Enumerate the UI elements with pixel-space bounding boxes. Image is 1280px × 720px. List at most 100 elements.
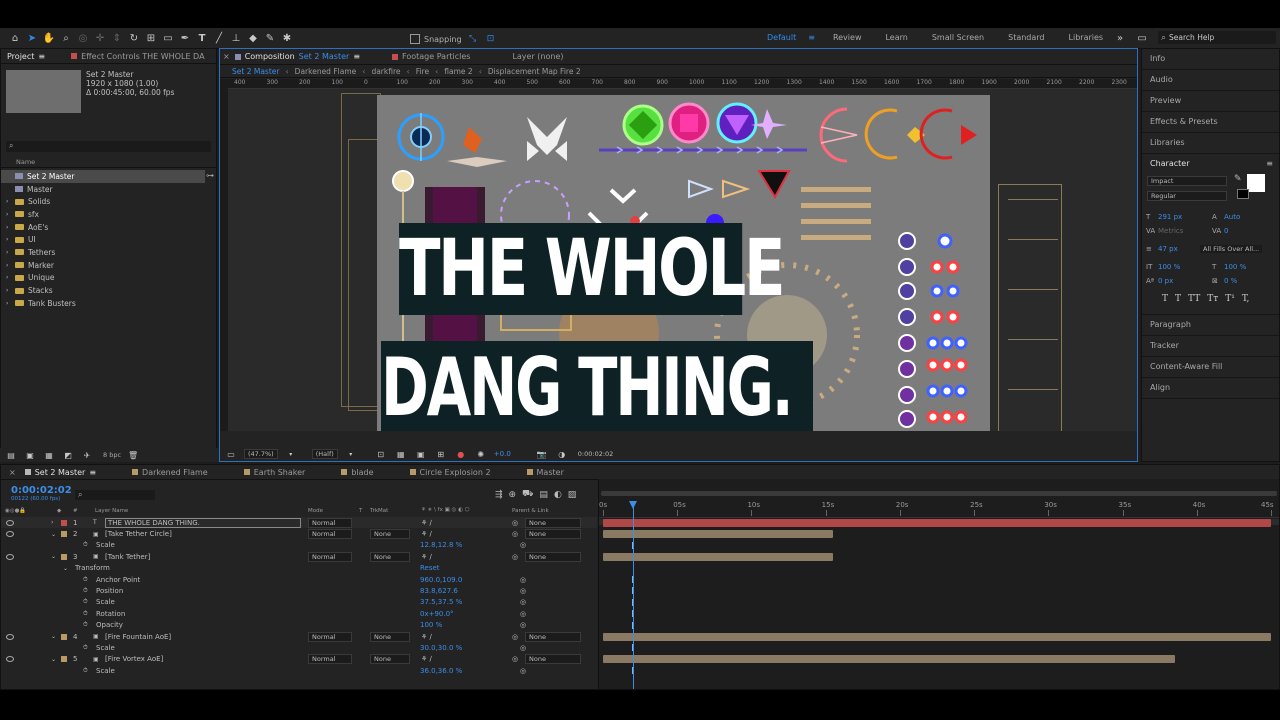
project-item[interactable]: › Stacks <box>1 284 205 297</box>
twirl-arrow-icon[interactable]: ⌄ <box>51 656 56 663</box>
parent-dropdown[interactable]: None <box>525 654 581 665</box>
transparency-grid-icon[interactable]: ▦ <box>394 447 408 461</box>
expand-arrow-icon[interactable]: › <box>6 224 11 231</box>
snap-features-icon[interactable]: ⊡ <box>484 32 498 46</box>
layer-name-header[interactable]: Layer Name <box>95 508 128 514</box>
timeline-tab[interactable]: Darkened Flame <box>126 468 214 477</box>
project-item[interactable]: › Tethers <box>1 246 205 259</box>
tab-effect-controls[interactable]: Effect Controls THE WHOLE DA <box>65 52 210 61</box>
breadcrumb-item[interactable]: Darkened Flame <box>295 67 357 76</box>
panel-tracker[interactable]: Tracker <box>1142 336 1279 357</box>
project-item[interactable]: › Marker <box>1 259 205 272</box>
leading-value[interactable]: Auto <box>1224 210 1240 224</box>
faux-style-button[interactable]: T <box>1175 294 1181 304</box>
timeline-tab[interactable]: blade <box>335 468 379 477</box>
expression-pick-whip-icon[interactable]: ◎ <box>520 541 526 549</box>
label-color-chip[interactable] <box>61 519 67 526</box>
font-size-value[interactable]: 291 px <box>1158 210 1212 224</box>
expand-arrow-icon[interactable]: › <box>6 287 11 294</box>
motion-blur-icon[interactable]: ◐ <box>554 490 562 500</box>
stopwatch-icon[interactable]: ⏱ <box>83 598 88 606</box>
timeline-tab[interactable]: Master <box>521 468 570 477</box>
pick-whip-icon[interactable]: ◎ <box>512 519 518 527</box>
eraser-tool-icon[interactable]: ◆ <box>246 31 260 45</box>
expression-pick-whip-icon[interactable]: ◎ <box>520 576 526 584</box>
visibility-eye-icon[interactable] <box>6 519 14 526</box>
layer-duration-bar[interactable] <box>603 518 1271 527</box>
stopwatch-icon[interactable]: ⏱ <box>83 621 88 629</box>
more-workspaces-icon[interactable]: » <box>1113 31 1127 45</box>
draft-3d-icon[interactable]: ⊕ <box>509 490 517 500</box>
panel-effects-presets[interactable]: Effects & Presets <box>1142 112 1279 133</box>
project-item[interactable]: › sfx <box>1 208 205 221</box>
pan-tool-icon[interactable]: ✛ <box>93 31 107 45</box>
expression-pick-whip-icon[interactable]: ◎ <box>520 598 526 606</box>
parent-dropdown[interactable]: None <box>525 631 581 642</box>
pick-whip-icon[interactable]: ◎ <box>512 530 518 538</box>
panel-info[interactable]: Info <box>1142 49 1279 70</box>
always-preview-icon[interactable]: ▭ <box>224 447 238 461</box>
blend-mode-dropdown[interactable]: Normal <box>308 529 352 540</box>
layer-name[interactable]: [Take Tether Circle] <box>105 530 172 538</box>
grid-icon[interactable]: ⊞ <box>434 447 448 461</box>
property-value[interactable]: 83.8,627.6 <box>420 587 458 595</box>
visibility-eye-icon[interactable] <box>6 553 14 560</box>
property-row[interactable]: ⏱ Position 83.8,627.6 ◎ <box>1 585 597 596</box>
property-value[interactable]: 0x+90.0° <box>420 610 454 618</box>
twirl-arrow-icon[interactable]: ⌄ <box>51 531 56 538</box>
stopwatch-icon[interactable]: ⏱ <box>83 644 88 652</box>
layer-duration-bar[interactable] <box>603 552 834 561</box>
panel-audio[interactable]: Audio <box>1142 70 1279 91</box>
breadcrumb-item[interactable]: Displacement Map Fire 2 <box>488 67 581 76</box>
property-row[interactable]: ⏱ Opacity 100 % ◎ <box>1 620 597 631</box>
label-color-chip[interactable] <box>61 656 67 663</box>
property-row[interactable]: ⏱ Rotation 0x+90.0° ◎ <box>1 608 597 619</box>
panel-preview[interactable]: Preview <box>1142 91 1279 112</box>
new-folder-icon[interactable]: ▣ <box>23 448 37 462</box>
label-color-chip[interactable] <box>61 633 67 640</box>
comp-flowchart-icon[interactable]: ⇶ <box>495 490 503 500</box>
magnification-dropdown[interactable]: (47.7%) <box>244 449 278 459</box>
clone-stamp-tool-icon[interactable]: ⊥ <box>229 31 243 45</box>
stroke-color-swatch[interactable] <box>1237 189 1249 199</box>
stroke-mode-dropdown[interactable]: All Fills Over All... <box>1200 245 1263 253</box>
faux-style-button[interactable]: T, <box>1242 294 1250 304</box>
project-column-header[interactable]: Name <box>1 157 216 168</box>
layer-duration-bar[interactable] <box>603 632 1271 641</box>
property-value[interactable]: 36.0,36.0 % <box>420 667 462 675</box>
rectangle-tool-icon[interactable]: ▭ <box>161 31 175 45</box>
region-of-interest-icon[interactable]: ⊡ <box>374 447 388 461</box>
flowchart-icon[interactable]: ⊶ <box>206 171 214 180</box>
interpret-footage-icon[interactable]: ▤ <box>4 448 18 462</box>
blend-mode-dropdown[interactable]: Normal <box>308 631 352 642</box>
adjust-icon[interactable]: ◩ <box>61 448 75 462</box>
breadcrumb-item[interactable]: darkfire <box>371 67 400 76</box>
expand-arrow-icon[interactable]: › <box>6 198 11 205</box>
font-family-dropdown[interactable]: Impact <box>1147 176 1227 186</box>
panel-menu-icon[interactable]: ≡ <box>353 52 360 61</box>
timeline-tab[interactable]: Set 2 Master ≡ <box>19 468 102 477</box>
overlay-text-line-1[interactable]: THE WHOLE <box>399 223 786 315</box>
workspace-review[interactable]: Review <box>821 33 874 42</box>
parent-dropdown[interactable]: None <box>525 517 581 528</box>
layer-name[interactable]: [Fire Fountain AoE] <box>105 633 171 641</box>
resolution-dropdown[interactable]: (Half) <box>311 449 338 459</box>
layer-switch-icons[interactable]: ⚘ ∕ <box>421 655 432 663</box>
pick-whip-icon[interactable]: ◎ <box>512 633 518 641</box>
workspace-libraries[interactable]: Libraries <box>1057 33 1116 42</box>
twirl-arrow-icon[interactable]: ⌄ <box>51 633 56 640</box>
layer-switch-icons[interactable]: ⚘ ∕ <box>421 519 432 527</box>
dolly-tool-icon[interactable]: ⇕ <box>110 31 124 45</box>
snapshot-icon[interactable]: 📷 <box>535 447 549 461</box>
pick-whip-icon[interactable]: ◎ <box>512 655 518 663</box>
layer-row[interactable]: ⌄ 4 ▣ [Fire Fountain AoE] ⚘ ∕ Normal None ◎ None <box>1 631 597 642</box>
time-ruler[interactable]: 0s 05s 10s 15s 20s 25s 30s 35s 40s 45s <box>599 501 1279 518</box>
pick-whip-icon[interactable]: ◎ <box>512 553 518 561</box>
workspace-standard[interactable]: Standard <box>996 33 1056 42</box>
panel-content-aware-fill[interactable]: Content-Aware Fill <box>1142 357 1279 378</box>
faux-style-button[interactable]: T¹ <box>1225 294 1235 304</box>
fullscreen-icon[interactable]: ▭ <box>1135 31 1149 45</box>
rotate-tool-icon[interactable]: ↻ <box>127 31 141 45</box>
shy-layers-icon[interactable]: ⛟ <box>522 489 533 500</box>
frame-blending-icon[interactable]: ▤ <box>539 490 548 500</box>
